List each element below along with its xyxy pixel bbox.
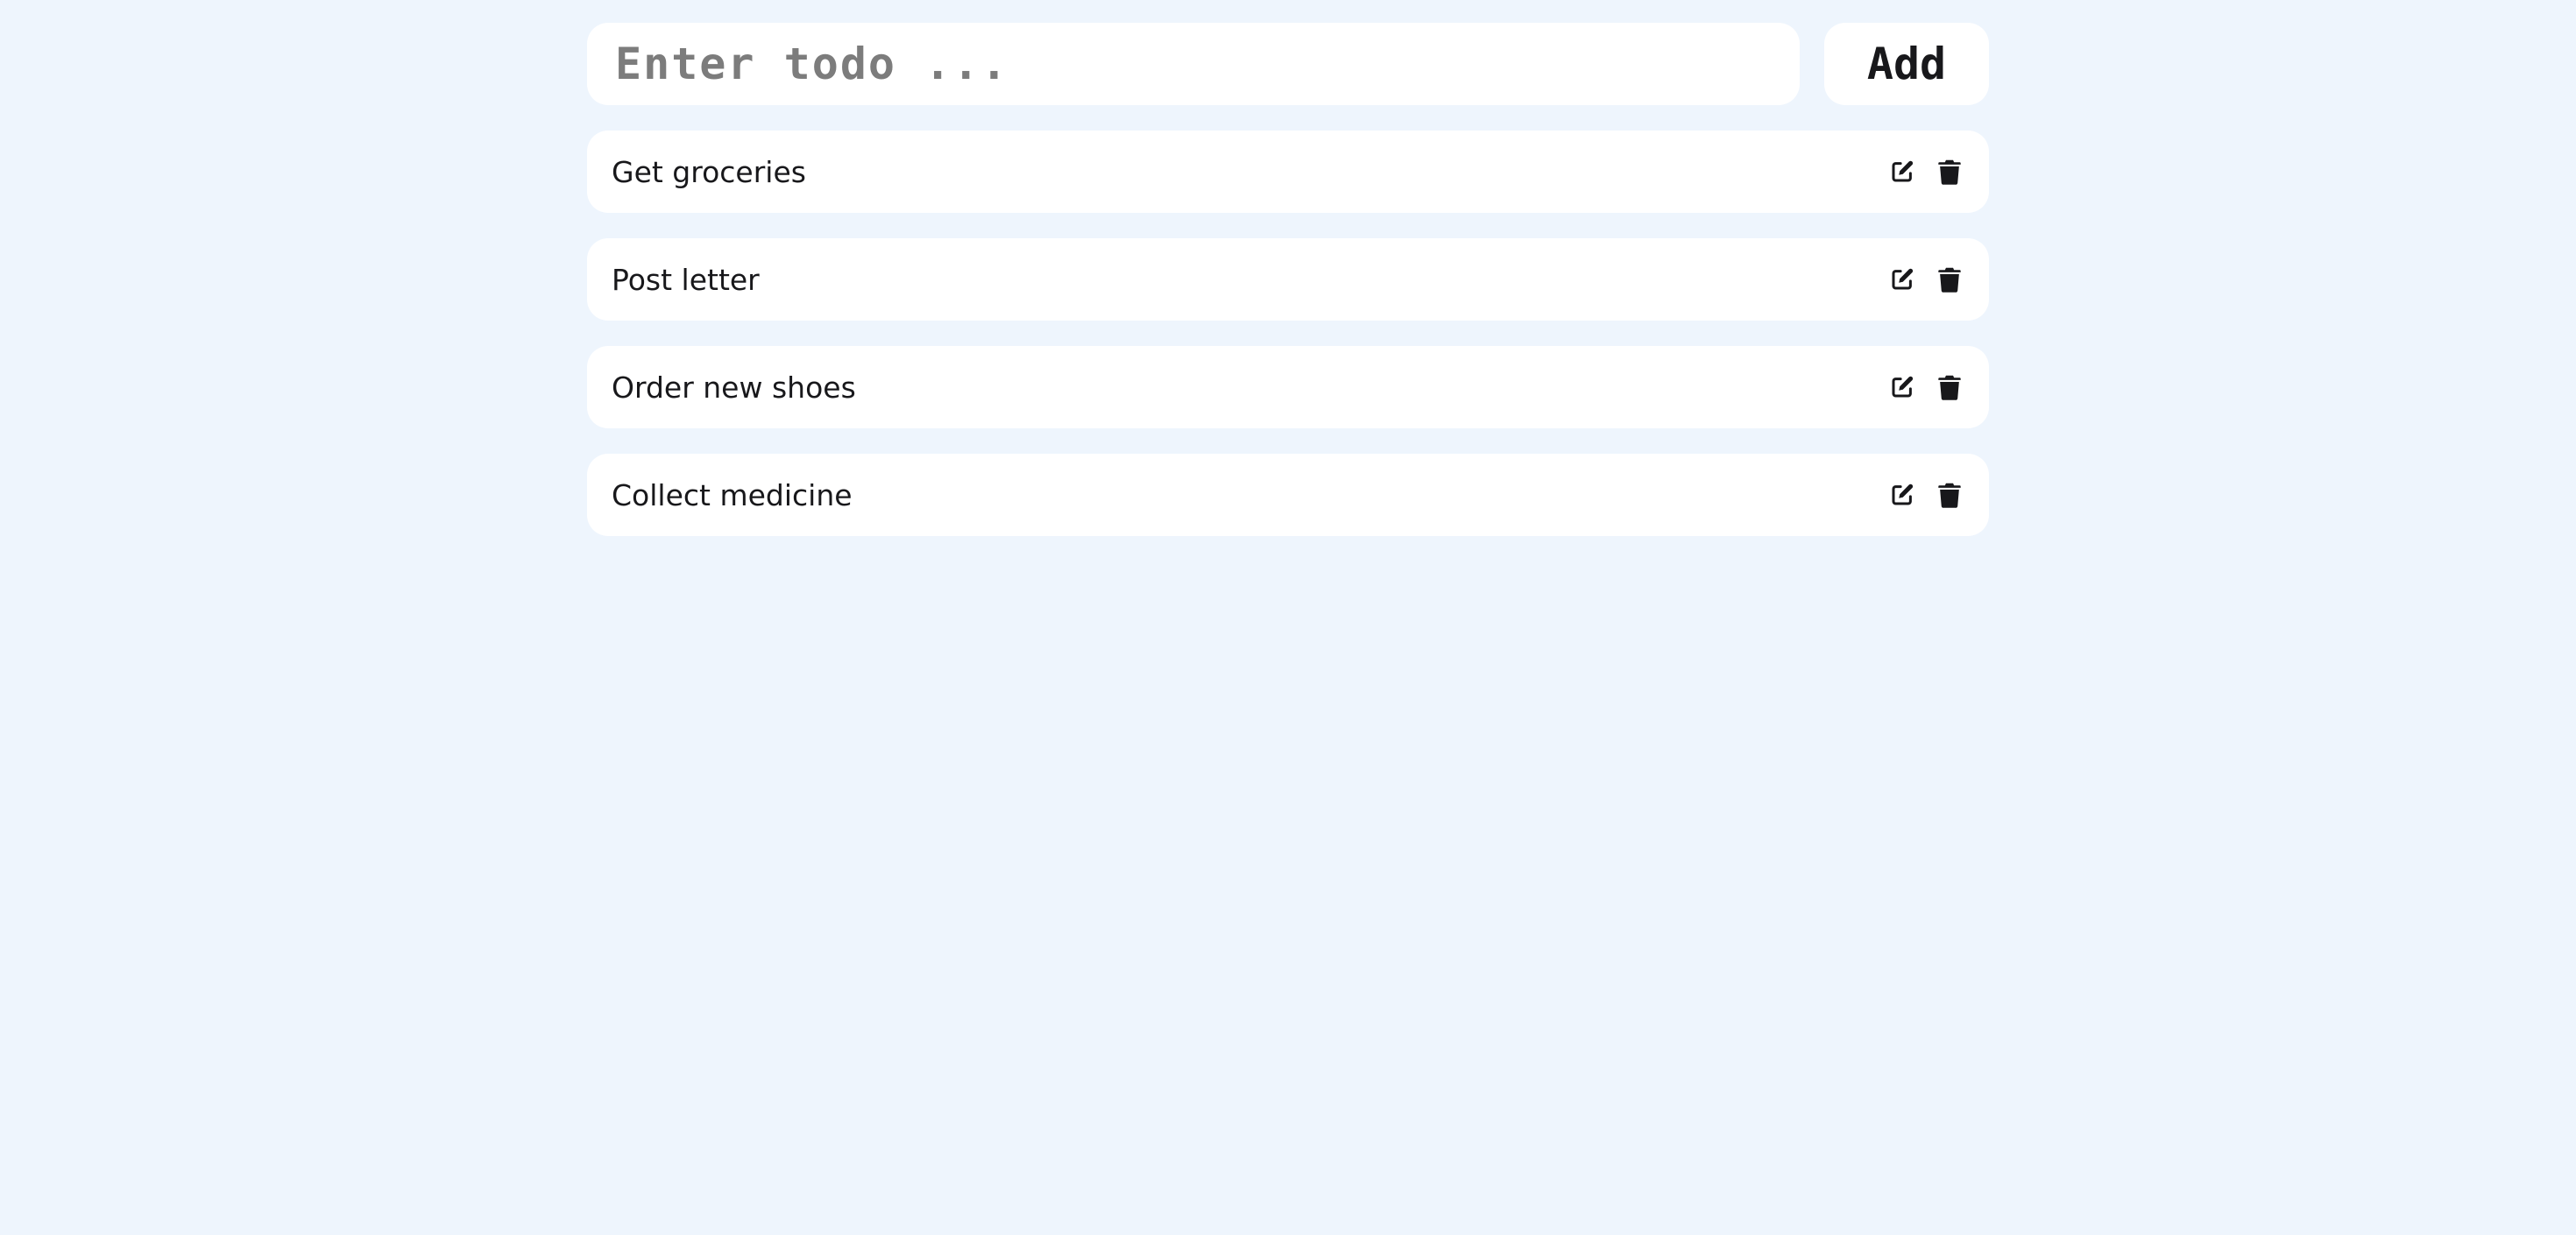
todo-list: Get groceries Post letter Order new shoe…	[587, 131, 1989, 536]
trash-icon[interactable]	[1935, 157, 1964, 187]
trash-icon[interactable]	[1935, 265, 1964, 294]
edit-icon[interactable]	[1887, 265, 1917, 294]
todo-actions	[1887, 480, 1964, 510]
todo-input[interactable]	[587, 23, 1800, 105]
todo-text: Collect medicine	[612, 477, 853, 512]
todo-text: Get groceries	[612, 154, 806, 189]
todo-app: Add Get groceries P	[587, 23, 1989, 561]
todo-item: Order new shoes	[587, 346, 1989, 428]
edit-icon[interactable]	[1887, 372, 1917, 402]
todo-item: Get groceries	[587, 131, 1989, 213]
edit-icon[interactable]	[1887, 480, 1917, 510]
trash-icon[interactable]	[1935, 480, 1964, 510]
trash-icon[interactable]	[1935, 372, 1964, 402]
todo-actions	[1887, 157, 1964, 187]
todo-item: Post letter	[587, 238, 1989, 321]
add-button[interactable]: Add	[1824, 23, 1989, 105]
todo-text: Order new shoes	[612, 370, 856, 405]
todo-actions	[1887, 265, 1964, 294]
todo-text: Post letter	[612, 262, 760, 297]
todo-actions	[1887, 372, 1964, 402]
todo-item: Collect medicine	[587, 454, 1989, 536]
edit-icon[interactable]	[1887, 157, 1917, 187]
add-todo-row: Add	[587, 23, 1989, 105]
